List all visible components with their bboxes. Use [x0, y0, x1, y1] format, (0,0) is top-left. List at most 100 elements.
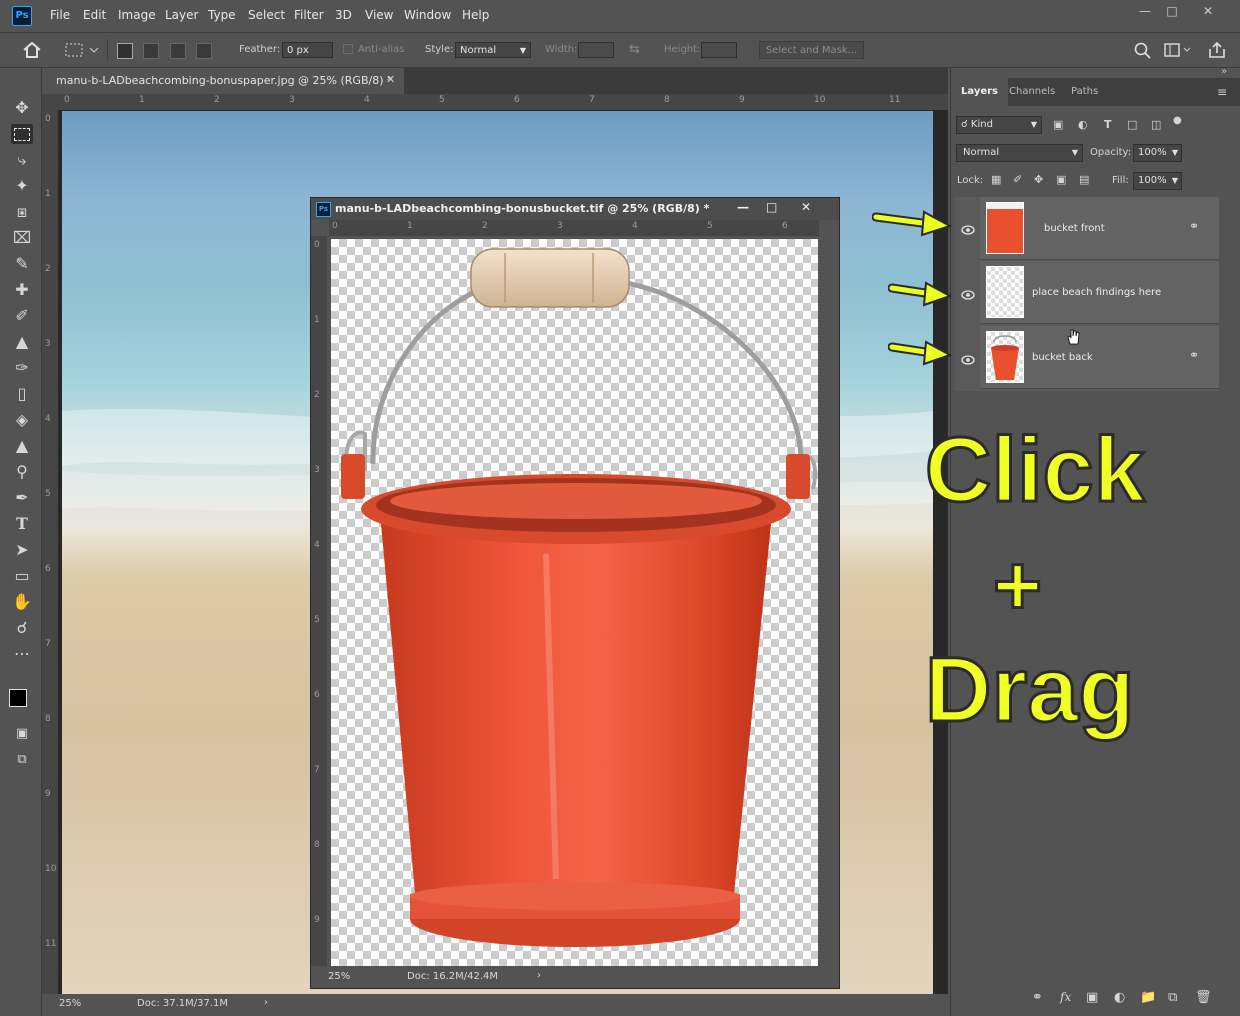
visibility-eye-icon[interactable] [961, 290, 975, 300]
swap-dimensions-icon[interactable]: ⇆ [629, 42, 640, 57]
crop-tool-icon[interactable]: ⧆ [11, 202, 33, 222]
add-selection-icon[interactable] [143, 43, 159, 59]
menu-window[interactable]: Window [404, 8, 451, 22]
history-brush-icon[interactable]: ✑ [11, 358, 33, 378]
menu-layer[interactable]: Layer [165, 8, 198, 22]
floating-window-titlebar[interactable]: Ps manu-b-LADbeachcombing-bonusbucket.ti… [311, 198, 839, 220]
floating-zoom-level[interactable]: 25% [328, 971, 350, 982]
style-select[interactable]: Normal ▼ [455, 42, 531, 58]
blend-mode-select[interactable]: Normal ▼ [956, 144, 1083, 162]
healing-brush-icon[interactable]: ✚ [11, 280, 33, 300]
link-layers-icon[interactable]: ⚭ [1032, 990, 1043, 1005]
lock-all-icon[interactable]: ▤ [1079, 173, 1089, 186]
minimize-icon[interactable]: — [737, 200, 749, 214]
rectangle-tool-icon[interactable]: ▭ [11, 566, 33, 586]
new-group-icon[interactable]: 📁 [1140, 990, 1156, 1005]
select-and-mask-button[interactable]: Select and Mask... [759, 41, 864, 59]
chevron-right-icon[interactable]: › [537, 970, 541, 981]
menu-view[interactable]: View [365, 8, 393, 22]
paint-bucket-icon[interactable]: ◈ [11, 410, 33, 430]
fill-input[interactable]: 100% ▼ [1133, 172, 1182, 190]
brush-tool-icon[interactable]: ✐ [11, 306, 33, 326]
minimize-icon[interactable]: — [1131, 3, 1159, 19]
eyedropper-icon[interactable]: ✎ [11, 254, 33, 274]
menu-type[interactable]: Type [208, 8, 236, 22]
menu-image[interactable]: Image [118, 8, 156, 22]
lock-artboard-icon[interactable]: ▣ [1056, 173, 1066, 186]
filter-toggle-icon[interactable]: ● [1173, 115, 1182, 126]
adjustment-layer-icon[interactable]: ◐ [1114, 990, 1125, 1005]
screen-mode-icon[interactable]: ⧉ [11, 750, 33, 770]
lasso-tool-icon[interactable]: ⤷ [11, 150, 33, 170]
add-mask-icon[interactable]: ▣ [1086, 990, 1098, 1005]
lock-position-icon[interactable]: ✥ [1034, 173, 1043, 186]
intersect-selection-icon[interactable] [196, 43, 212, 59]
close-icon[interactable]: ✕ [1194, 3, 1222, 19]
lock-transparent-icon[interactable]: ▦ [991, 173, 1001, 186]
quick-mask-icon[interactable]: ▣ [11, 724, 33, 744]
new-layer-icon[interactable]: ⧉ [1168, 990, 1177, 1005]
pixel-filter-icon[interactable]: ▣ [1053, 118, 1063, 131]
marquee-tool-icon[interactable] [11, 124, 33, 144]
panel-menu-icon[interactable]: ≡ [1217, 85, 1227, 99]
foreground-color-swatch[interactable] [9, 689, 27, 707]
menu-edit[interactable]: Edit [83, 8, 106, 22]
move-tool-icon[interactable]: ✥ [11, 98, 33, 118]
restore-icon[interactable]: □ [766, 200, 777, 214]
eraser-tool-icon[interactable]: ▯ [11, 384, 33, 404]
layer-row-bucket-front[interactable]: bucket front ⚭ [980, 197, 1219, 260]
menu-select[interactable]: Select [248, 8, 285, 22]
tab-channels[interactable]: Channels [999, 78, 1065, 106]
delete-layer-icon[interactable]: 🗑 [1195, 990, 1212, 1005]
floating-document-window[interactable]: Ps manu-b-LADbeachcombing-bonusbucket.ti… [310, 197, 840, 989]
chevron-right-icon[interactable]: › [264, 997, 268, 1008]
dodge-tool-icon[interactable]: ⚲ [11, 462, 33, 482]
frame-tool-icon[interactable]: ⌧ [11, 228, 33, 248]
menu-filter[interactable]: Filter [294, 8, 324, 22]
layer-row-place-beach-findings[interactable]: place beach findings here [980, 261, 1219, 324]
visibility-eye-icon[interactable] [961, 225, 975, 235]
restore-icon[interactable]: □ [1158, 3, 1186, 19]
hand-tool-icon[interactable]: ✋ [11, 592, 33, 612]
menu-3d[interactable]: 3D [335, 8, 352, 22]
stamp-tool-icon[interactable]: ▲ [11, 332, 33, 352]
lock-brush-icon[interactable]: ✐ [1013, 173, 1022, 186]
path-selection-icon[interactable]: ➤ [11, 540, 33, 560]
antialias-checkbox[interactable] [343, 44, 353, 54]
type-tool-icon[interactable]: T [11, 514, 33, 534]
menu-file[interactable]: File [50, 8, 70, 22]
sharpen-tool-icon[interactable]: ▲ [11, 436, 33, 456]
main-zoom-level[interactable]: 25% [59, 998, 81, 1009]
shape-filter-icon[interactable]: □ [1127, 118, 1137, 131]
layer-name[interactable]: bucket back [1032, 352, 1093, 363]
share-icon[interactable] [1208, 41, 1226, 59]
smart-object-filter-icon[interactable]: ◫ [1151, 118, 1161, 131]
marquee-preset-icon[interactable] [64, 42, 100, 58]
magic-wand-icon[interactable]: ✦ [11, 176, 33, 196]
adjustment-filter-icon[interactable]: ◐ [1078, 118, 1088, 131]
feather-input[interactable]: 0 px [282, 42, 333, 58]
transparent-canvas[interactable] [331, 239, 818, 966]
filter-kind-select[interactable]: ☌ Kind ▼ [956, 116, 1042, 134]
layer-row-bucket-back[interactable]: bucket back ⚭ [980, 326, 1219, 389]
visibility-eye-icon[interactable] [961, 355, 975, 365]
close-tab-icon[interactable]: ✕ [386, 73, 395, 86]
collapse-panel-icon[interactable]: » [1221, 66, 1227, 77]
type-filter-icon[interactable]: T [1104, 118, 1112, 131]
tab-paths[interactable]: Paths [1061, 78, 1108, 106]
menu-help[interactable]: Help [462, 8, 489, 22]
height-input[interactable] [701, 42, 737, 58]
new-selection-icon[interactable] [117, 43, 133, 59]
zoom-tool-icon[interactable]: ☌ [11, 618, 33, 638]
layer-style-icon[interactable]: fx [1060, 990, 1071, 1004]
search-icon[interactable] [1134, 42, 1152, 60]
workspace-icon[interactable] [1164, 43, 1192, 59]
subtract-selection-icon[interactable] [170, 43, 186, 59]
more-tools-icon[interactable]: ⋯ [11, 644, 33, 664]
layer-name[interactable]: bucket front [1044, 223, 1105, 234]
home-icon[interactable] [23, 42, 41, 58]
layer-name[interactable]: place beach findings here [1032, 287, 1161, 298]
close-icon[interactable]: ✕ [801, 200, 811, 214]
pen-tool-icon[interactable]: ✒ [11, 488, 33, 508]
tab-main-document[interactable]: manu-b-LADbeachcombing-bonuspaper.jpg @ … [42, 68, 404, 94]
